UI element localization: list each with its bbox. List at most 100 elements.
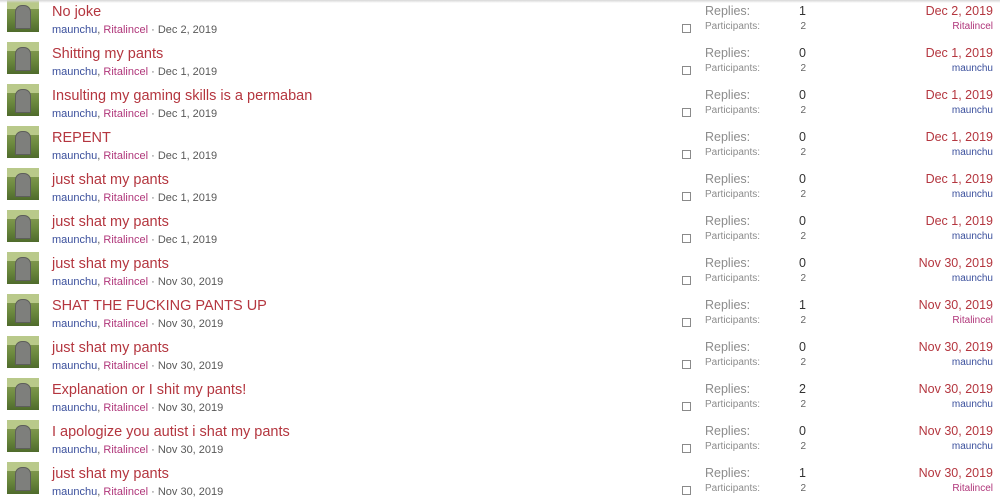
recipient-username-link[interactable]: Ritalincel bbox=[103, 486, 148, 498]
conversation-title-link[interactable]: No joke bbox=[52, 4, 101, 21]
conversation-title-link[interactable]: just shat my pants bbox=[52, 214, 169, 231]
conversation-title-link[interactable]: just shat my pants bbox=[52, 172, 169, 189]
conversation-title-link[interactable]: just shat my pants bbox=[52, 340, 169, 357]
select-checkbox[interactable] bbox=[682, 108, 691, 117]
username-comma: , bbox=[97, 108, 101, 120]
recipient-username-link[interactable]: Ritalincel bbox=[103, 192, 148, 204]
last-message-date-link[interactable]: Nov 30, 2019 bbox=[919, 340, 993, 355]
recipient-username-link[interactable]: Ritalincel bbox=[103, 360, 148, 372]
recipient-username-link[interactable]: Ritalincel bbox=[103, 66, 148, 78]
conversation-title-link[interactable]: REPENT bbox=[52, 130, 111, 147]
avatar[interactable] bbox=[7, 126, 39, 158]
last-message-username-link[interactable]: maunchu bbox=[952, 399, 993, 411]
meta-separator: · bbox=[151, 192, 155, 204]
avatar[interactable] bbox=[7, 168, 39, 200]
last-message-username-link[interactable]: Ritalincel bbox=[952, 21, 993, 33]
conversation-title-link[interactable]: Explanation or I shit my pants! bbox=[52, 382, 246, 399]
avatar[interactable] bbox=[7, 252, 39, 284]
starter-username-link[interactable]: maunchu bbox=[52, 150, 97, 162]
recipient-username-link[interactable]: Ritalincel bbox=[103, 402, 148, 414]
avatar[interactable] bbox=[7, 378, 39, 410]
starter-username-link[interactable]: maunchu bbox=[52, 276, 97, 288]
last-message-date-link[interactable]: Dec 1, 2019 bbox=[926, 88, 993, 103]
select-checkbox[interactable] bbox=[682, 24, 691, 33]
select-checkbox[interactable] bbox=[682, 402, 691, 411]
conversation-title-link[interactable]: Shitting my pants bbox=[52, 46, 163, 63]
last-message-username-link[interactable]: maunchu bbox=[952, 147, 993, 159]
starter-username-link[interactable]: maunchu bbox=[52, 192, 97, 204]
conversation-title-link[interactable]: I apologize you autist i shat my pants bbox=[52, 424, 290, 441]
select-checkbox[interactable] bbox=[682, 444, 691, 453]
starter-username-link[interactable]: maunchu bbox=[52, 402, 97, 414]
replies-count: 2 bbox=[799, 382, 806, 396]
username-comma: , bbox=[97, 234, 101, 246]
avatar[interactable] bbox=[7, 294, 39, 326]
recipient-username-link[interactable]: Ritalincel bbox=[103, 150, 148, 162]
replies-count: 0 bbox=[799, 88, 806, 102]
avatar[interactable] bbox=[7, 462, 39, 494]
starter-username-link[interactable]: maunchu bbox=[52, 444, 97, 456]
last-message-username-link[interactable]: maunchu bbox=[952, 357, 993, 369]
select-checkbox[interactable] bbox=[682, 276, 691, 285]
last-message-date-link[interactable]: Dec 1, 2019 bbox=[926, 130, 993, 145]
last-message-username-link[interactable]: Ritalincel bbox=[952, 315, 993, 327]
conversation-title-link[interactable]: just shat my pants bbox=[52, 466, 169, 483]
avatar[interactable] bbox=[7, 0, 39, 32]
conversation-title-link[interactable]: SHAT THE FUCKING PANTS UP bbox=[52, 298, 267, 315]
recipient-username-link[interactable]: Ritalincel bbox=[103, 276, 148, 288]
conversation-start-date: Dec 1, 2019 bbox=[157, 66, 218, 78]
avatar[interactable] bbox=[7, 84, 39, 116]
last-message-username-link[interactable]: maunchu bbox=[952, 105, 993, 117]
last-message-date-link[interactable]: Nov 30, 2019 bbox=[919, 298, 993, 313]
conversation-title-link[interactable]: Insulting my gaming skills is a permaban bbox=[52, 88, 312, 105]
starter-username-link[interactable]: maunchu bbox=[52, 486, 97, 498]
recipient-username-link[interactable]: Ritalincel bbox=[103, 444, 148, 456]
last-message-username-link[interactable]: maunchu bbox=[952, 63, 993, 75]
last-message-username-link[interactable]: maunchu bbox=[952, 441, 993, 453]
last-message-date-link[interactable]: Dec 1, 2019 bbox=[926, 214, 993, 229]
avatar[interactable] bbox=[7, 210, 39, 242]
last-message-username-link[interactable]: maunchu bbox=[952, 231, 993, 243]
tombstone-icon bbox=[15, 47, 31, 71]
avatar[interactable] bbox=[7, 42, 39, 74]
starter-username-link[interactable]: maunchu bbox=[52, 108, 97, 120]
conversation-start-date: Dec 1, 2019 bbox=[157, 192, 218, 204]
select-checkbox[interactable] bbox=[682, 192, 691, 201]
conversation-start-date: Nov 30, 2019 bbox=[157, 276, 224, 288]
avatar[interactable] bbox=[7, 336, 39, 368]
replies-count: 0 bbox=[799, 130, 806, 144]
last-message-date-link[interactable]: Nov 30, 2019 bbox=[919, 466, 993, 481]
last-message-date-link[interactable]: Nov 30, 2019 bbox=[919, 382, 993, 397]
last-message-date-link[interactable]: Dec 1, 2019 bbox=[926, 172, 993, 187]
replies-label: Replies: bbox=[705, 424, 751, 438]
conversation-row: Shitting my pants maunchu, Ritalincel · D… bbox=[0, 42, 1000, 84]
username-comma: , bbox=[97, 66, 101, 78]
last-message-date-link[interactable]: Dec 1, 2019 bbox=[926, 46, 993, 61]
conversation-row: just shat my pants maunchu, Ritalincel · … bbox=[0, 210, 1000, 252]
avatar[interactable] bbox=[7, 420, 39, 452]
starter-username-link[interactable]: maunchu bbox=[52, 318, 97, 330]
starter-username-link[interactable]: maunchu bbox=[52, 360, 97, 372]
starter-username-link[interactable]: maunchu bbox=[52, 24, 97, 36]
replies-label: Replies: bbox=[705, 4, 751, 18]
starter-username-link[interactable]: maunchu bbox=[52, 66, 97, 78]
recipient-username-link[interactable]: Ritalincel bbox=[103, 234, 148, 246]
last-message-date-link[interactable]: Nov 30, 2019 bbox=[919, 424, 993, 439]
select-checkbox[interactable] bbox=[682, 360, 691, 369]
recipient-username-link[interactable]: Ritalincel bbox=[103, 108, 148, 120]
select-checkbox[interactable] bbox=[682, 66, 691, 75]
conversation-title-link[interactable]: just shat my pants bbox=[52, 256, 169, 273]
starter-username-link[interactable]: maunchu bbox=[52, 234, 97, 246]
last-message-date-link[interactable]: Dec 2, 2019 bbox=[926, 4, 993, 19]
username-comma: , bbox=[97, 192, 101, 204]
last-message-username-link[interactable]: maunchu bbox=[952, 273, 993, 285]
last-message-date-link[interactable]: Nov 30, 2019 bbox=[919, 256, 993, 271]
select-checkbox[interactable] bbox=[682, 486, 691, 495]
last-message-username-link[interactable]: Ritalincel bbox=[952, 483, 993, 495]
last-message-username-link[interactable]: maunchu bbox=[952, 189, 993, 201]
recipient-username-link[interactable]: Ritalincel bbox=[103, 318, 148, 330]
select-checkbox[interactable] bbox=[682, 234, 691, 243]
select-checkbox[interactable] bbox=[682, 150, 691, 159]
select-checkbox[interactable] bbox=[682, 318, 691, 327]
recipient-username-link[interactable]: Ritalincel bbox=[103, 24, 148, 36]
